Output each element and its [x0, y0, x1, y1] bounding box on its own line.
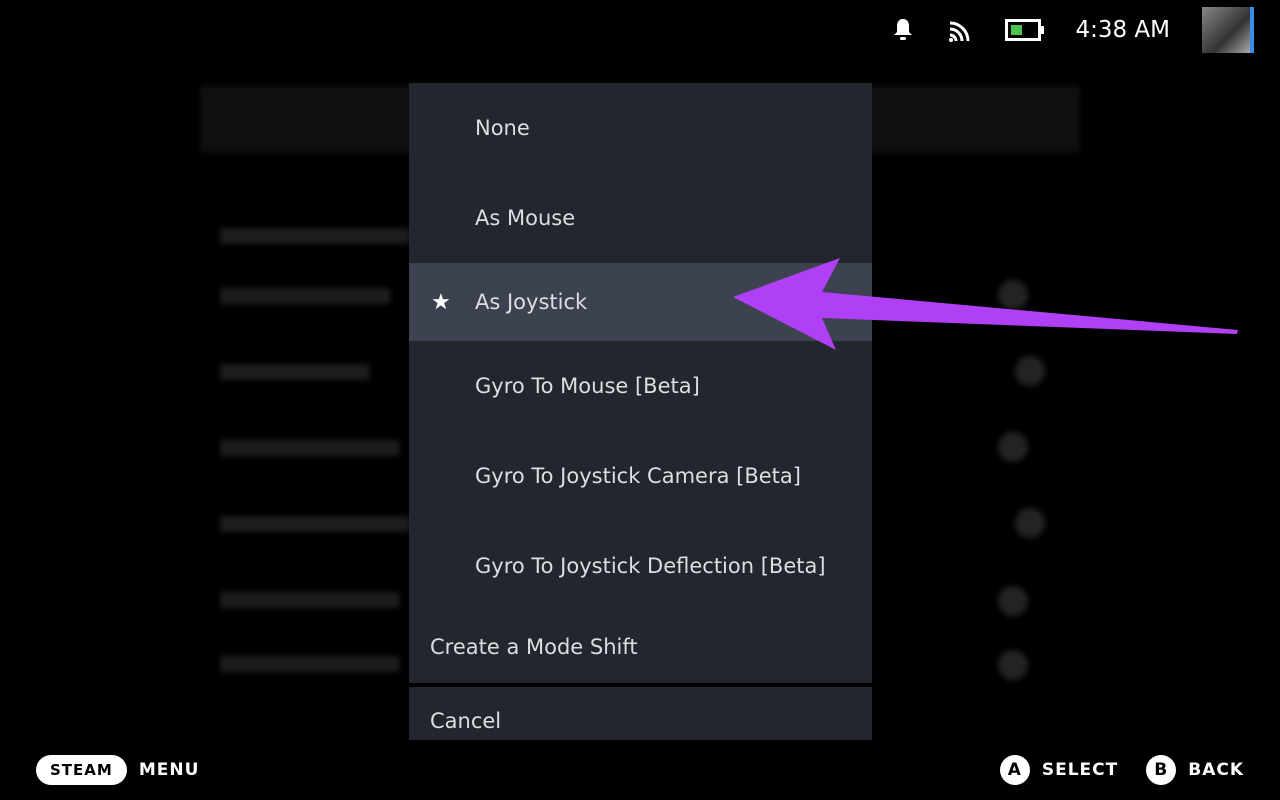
b-button-icon[interactable]: B: [1146, 755, 1177, 785]
back-label: BACK: [1188, 760, 1244, 780]
annotation-arrow: [733, 258, 1238, 350]
arrow-shape: [733, 258, 1238, 350]
menu-label: MENU: [138, 760, 200, 780]
select-label: SELECT: [1041, 760, 1119, 780]
a-button-icon[interactable]: A: [999, 755, 1030, 785]
footer-bar: STEAM MENU A SELECT B BACK: [0, 740, 1280, 800]
steam-button[interactable]: STEAM: [36, 755, 127, 785]
